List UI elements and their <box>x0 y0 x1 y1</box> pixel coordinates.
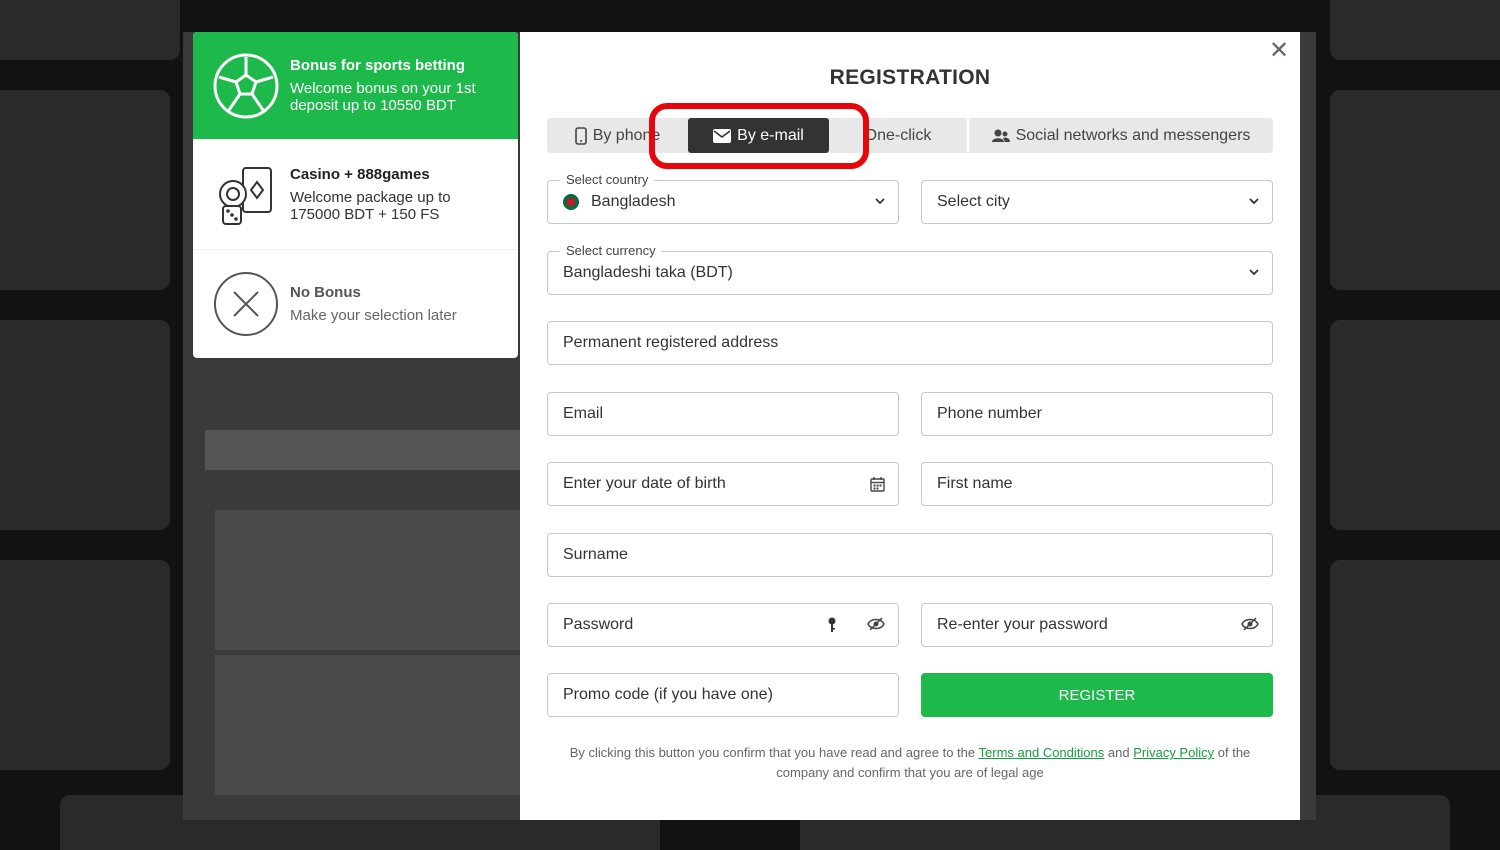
chevron-down-icon <box>875 198 885 205</box>
casino-chips-cards-icon <box>213 162 279 228</box>
bonus-description: Welcome package up to 175000 BDT + 150 F… <box>290 189 451 223</box>
soccer-ball-icon <box>213 53 279 119</box>
bonus-option-casino[interactable]: Casino + 888games Welcome package up to … <box>193 140 518 250</box>
password-repeat-placeholder: Re-enter your password <box>937 616 1108 633</box>
first-name-placeholder: First name <box>937 475 1013 492</box>
eye-slash-icon[interactable] <box>867 617 885 631</box>
bonus-title: Casino + 888games <box>290 166 430 183</box>
tab-label: By phone <box>592 126 661 144</box>
bonus-option-sports[interactable]: Bonus for sports betting Welcome bonus o… <box>193 32 518 140</box>
terms-link[interactable]: Terms and Conditions <box>979 745 1105 760</box>
register-button[interactable]: REGISTER <box>921 673 1273 717</box>
password-repeat-field[interactable]: Re-enter your password <box>921 603 1273 647</box>
chevron-down-icon <box>1249 198 1259 205</box>
cross-circle-icon <box>213 271 279 337</box>
currency-select[interactable]: Select currency Bangladeshi taka (BDT) <box>547 243 1273 295</box>
key-icon[interactable] <box>828 617 836 633</box>
envelope-icon <box>713 128 732 143</box>
terms-text: By clicking this button you confirm that… <box>569 745 976 760</box>
address-placeholder: Permanent registered address <box>563 334 779 351</box>
password-field[interactable]: Password <box>547 603 899 647</box>
phone-field[interactable]: Phone number <box>921 392 1273 436</box>
bangladesh-flag-icon <box>563 194 579 210</box>
tab-label: One-click <box>864 126 932 144</box>
surname-field[interactable]: Surname <box>547 533 1273 577</box>
calendar-icon[interactable] <box>870 476 885 492</box>
city-select[interactable]: Select city <box>921 180 1273 224</box>
chevron-down-icon <box>1249 269 1259 276</box>
tab-label: Social networks and messengers <box>1015 126 1251 144</box>
bonus-description: Welcome bonus on your 1st deposit up to … <box>290 80 476 114</box>
bonus-title: Bonus for sports betting <box>290 57 465 74</box>
country-label: Select country <box>560 172 655 187</box>
eye-slash-icon[interactable] <box>1241 617 1259 631</box>
tab-label: By e-mail <box>737 126 804 144</box>
first-name-field[interactable]: First name <box>921 462 1273 506</box>
password-placeholder: Password <box>563 616 634 633</box>
promo-code-field[interactable]: Promo code (if you have one) <box>547 673 899 717</box>
dob-placeholder: Enter your date of birth <box>563 475 726 492</box>
country-select[interactable]: Select country Bangladesh <box>547 172 899 224</box>
phone-placeholder: Phone number <box>937 405 1042 422</box>
surname-placeholder: Surname <box>563 546 628 563</box>
close-button[interactable]: ✕ <box>1268 39 1290 63</box>
registration-modal: ✕ REGISTRATION By phone By e-mail One-cl… <box>520 32 1300 820</box>
currency-label: Select currency <box>560 243 662 258</box>
tab-by-phone[interactable]: By phone <box>547 118 688 153</box>
tab-social-networks[interactable]: Social networks and messengers <box>969 118 1273 153</box>
city-placeholder: Select city <box>937 193 1010 210</box>
bonus-description: Make your selection later <box>290 307 457 324</box>
email-placeholder: Email <box>563 405 604 422</box>
tab-by-email[interactable]: By e-mail <box>688 118 829 153</box>
date-of-birth-field[interactable]: Enter your date of birth <box>547 462 899 506</box>
currency-value: Bangladeshi taka (BDT) <box>563 264 733 281</box>
address-field[interactable]: Permanent registered address <box>547 321 1273 365</box>
terms-text: and <box>1107 745 1130 760</box>
bonus-selection: Bonus for sports betting Welcome bonus o… <box>193 32 518 358</box>
bonus-title: No Bonus <box>290 284 361 301</box>
email-field[interactable]: Email <box>547 392 899 436</box>
modal-title: REGISTRATION <box>829 66 991 89</box>
phone-icon <box>574 126 587 145</box>
tab-one-click[interactable]: One-click <box>829 118 969 153</box>
country-value: Bangladesh <box>591 193 676 210</box>
promo-placeholder: Promo code (if you have one) <box>563 686 773 703</box>
terms-notice: By clicking this button you confirm that… <box>560 743 1260 783</box>
privacy-link[interactable]: Privacy Policy <box>1133 745 1214 760</box>
users-icon <box>991 129 1010 142</box>
registration-tabs: By phone By e-mail One-click Social netw… <box>547 118 1273 153</box>
bonus-option-none[interactable]: No Bonus Make your selection later <box>193 250 518 358</box>
